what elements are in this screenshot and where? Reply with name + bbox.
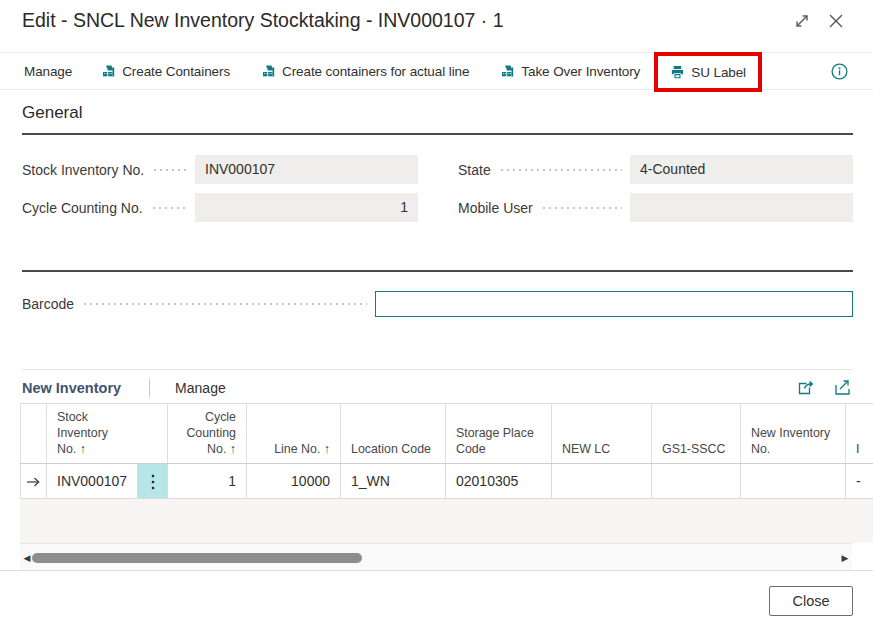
col-header-new-lc[interactable]: NEW LC [552, 404, 652, 463]
cell-line-no[interactable]: 10000 [247, 463, 341, 498]
part-top-rule [22, 369, 853, 370]
footer-rule [0, 570, 873, 571]
toolbar-action-label: Take Over Inventory [521, 64, 640, 79]
field-barcode: Barcode [22, 291, 853, 317]
col-header-storage-place-code[interactable]: Storage Place Code [446, 404, 552, 463]
part-manage-button[interactable]: Manage [175, 380, 226, 396]
dotted-leader [152, 169, 187, 171]
field-stock-inventory-no: Stock Inventory No. INV000107 [22, 155, 418, 184]
close-window-icon[interactable] [826, 11, 846, 31]
containers-icon [102, 64, 116, 78]
toolbar-action-label: Create containers for actual line [282, 64, 469, 79]
cell-clipped[interactable]: - [846, 463, 873, 498]
vertical-ellipsis-icon [151, 472, 155, 490]
part-header-separator [149, 379, 150, 397]
col-header-clipped[interactable]: I [846, 404, 873, 463]
table-row: INV000107 1 10000 1_WN 02010305 - [21, 463, 873, 498]
col-header-new-inventory-no[interactable]: New Inventory No. [741, 404, 846, 463]
dotted-leader [499, 169, 622, 171]
barcode-input[interactable] [375, 291, 853, 317]
col-header-row-indicator [21, 404, 47, 463]
field-label: State [458, 162, 491, 178]
scroll-right-icon[interactable]: ▶ [838, 544, 852, 571]
field-state: State 4-Counted [458, 155, 853, 184]
field-label: Barcode [22, 296, 74, 312]
page-title: Edit - SNCL New Inventory Stocktaking - … [22, 9, 504, 32]
table-header-row: Stock Inventory No. ↑ Cycle Counting No.… [21, 404, 873, 463]
col-header-line-no[interactable]: Line No. ↑ [247, 404, 341, 463]
field-label: Mobile User [458, 200, 533, 216]
active-row-arrow-icon [21, 463, 47, 498]
dotted-leader [82, 303, 367, 305]
cell-location-code[interactable]: 1_WN [341, 463, 446, 498]
row-options-button[interactable] [138, 463, 168, 498]
printer-icon [670, 65, 685, 80]
general-section-rule [22, 133, 853, 135]
dotted-leader [151, 207, 187, 209]
cell-new-lc[interactable] [552, 463, 652, 498]
table-empty-area [20, 499, 873, 543]
part-header: New Inventory Manage [0, 372, 873, 403]
dotted-leader [541, 207, 622, 209]
focus-mode-icon[interactable] [834, 379, 851, 396]
toolbar-create-containers-actual-line-button[interactable]: Create containers for actual line [262, 64, 469, 79]
new-inventory-table: Stock Inventory No. ↑ Cycle Counting No.… [20, 404, 873, 499]
containers-icon [501, 64, 515, 78]
field-label: Cycle Counting No. [22, 200, 143, 216]
su-label-highlight-annotation: SU Label [654, 52, 762, 92]
cell-stock-inventory-no[interactable]: INV000107 [47, 463, 138, 498]
action-toolbar: Manage C [0, 52, 873, 90]
horizontal-scrollbar[interactable]: ◀ ▶ [20, 543, 852, 570]
field-label: Stock Inventory No. [22, 162, 144, 178]
toolbar-create-containers-button[interactable]: Create Containers [102, 64, 230, 79]
barcode-section-rule [22, 270, 853, 272]
share-icon[interactable] [796, 379, 814, 396]
dialog-edit-stocktaking: Edit - SNCL New Inventory Stocktaking - … [0, 0, 873, 626]
containers-icon [262, 64, 276, 78]
scrollbar-thumb[interactable] [32, 553, 362, 563]
close-button[interactable]: Close [769, 586, 853, 616]
field-value: 1 [195, 193, 418, 222]
field-cycle-counting-no: Cycle Counting No. 1 [22, 193, 418, 222]
field-value [630, 193, 853, 222]
cell-gs1-sscc[interactable] [652, 463, 741, 498]
toolbar-manage-button[interactable]: Manage [24, 64, 72, 79]
toolbar-action-label: SU Label [691, 65, 746, 80]
toolbar-take-over-inventory-button[interactable]: Take Over Inventory [501, 64, 640, 79]
cell-storage-place-code[interactable]: 02010305 [446, 463, 552, 498]
field-value: INV000107 [195, 155, 418, 184]
col-header-gs1-sscc[interactable]: GS1-SSCC [652, 404, 741, 463]
field-value: 4-Counted [630, 155, 853, 184]
info-icon[interactable] [831, 63, 848, 80]
toolbar-su-label-button[interactable]: SU Label [670, 65, 746, 80]
expand-window-icon[interactable] [792, 11, 812, 31]
col-header-cycle-counting-no[interactable]: Cycle Counting No. ↑ [168, 404, 247, 463]
cell-new-inventory-no[interactable] [741, 463, 846, 498]
general-section-heading: General [22, 103, 82, 123]
toolbar-action-label: Create Containers [122, 64, 230, 79]
part-caption: New Inventory [22, 380, 121, 396]
col-header-location-code[interactable]: Location Code [341, 404, 446, 463]
title-bar: Edit - SNCL New Inventory Stocktaking - … [0, 0, 873, 52]
field-mobile-user: Mobile User [458, 193, 853, 222]
cell-cycle-counting-no[interactable]: 1 [168, 463, 247, 498]
col-header-stock-inventory-no[interactable]: Stock Inventory No. ↑ [47, 404, 168, 463]
